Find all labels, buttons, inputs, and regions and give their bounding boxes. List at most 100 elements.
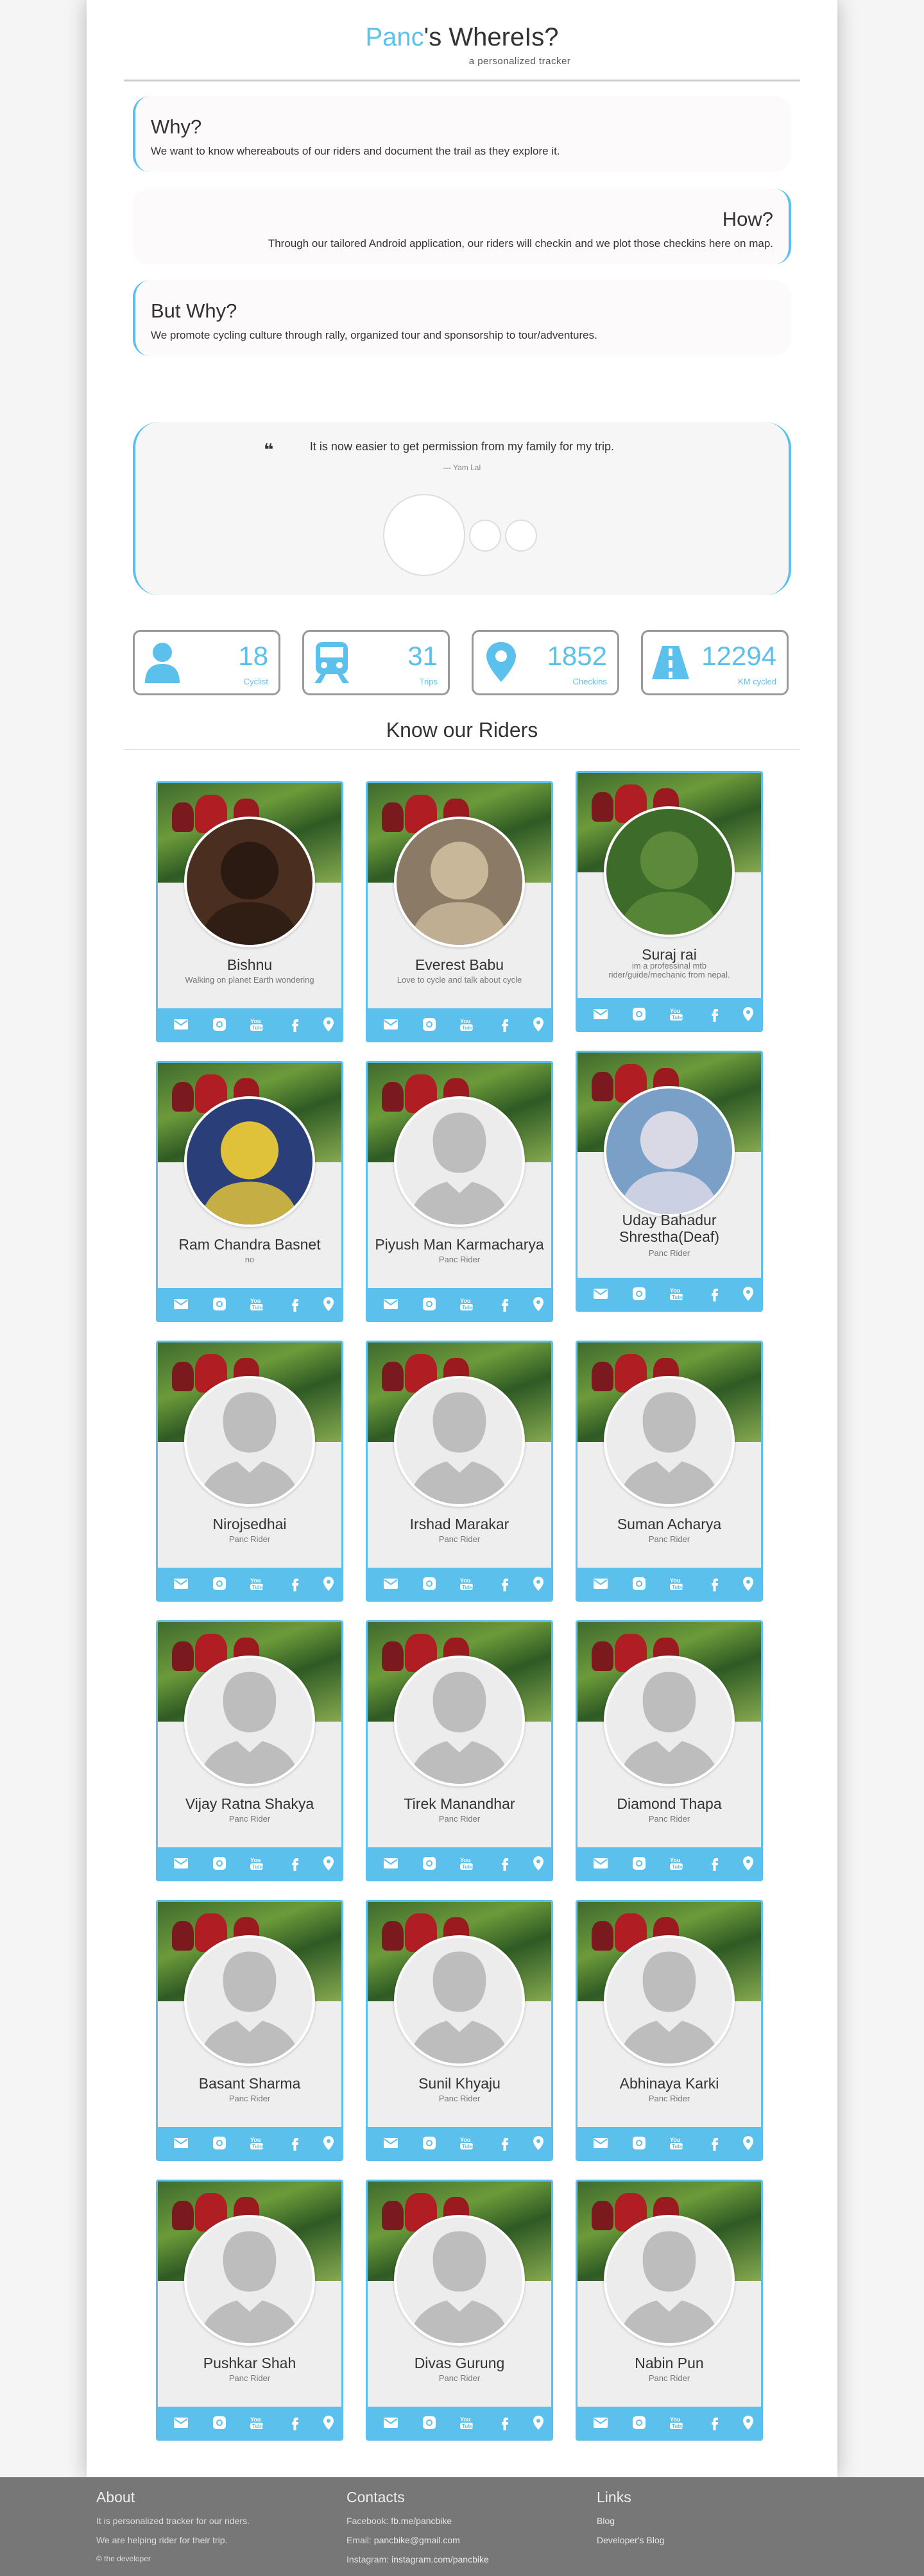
facebook-icon[interactable] — [707, 1856, 723, 1871]
facebook-icon[interactable] — [497, 1017, 513, 1032]
rider-avatar[interactable] — [604, 1656, 735, 1786]
facebook-icon[interactable] — [707, 1006, 723, 1022]
youtube-icon[interactable]: You Tube — [459, 1296, 474, 1312]
rider-avatar[interactable] — [394, 1935, 525, 2066]
instagram-icon[interactable] — [631, 1576, 647, 1591]
youtube-icon[interactable]: You Tube — [459, 1856, 474, 1871]
map-marker-icon[interactable] — [740, 1576, 756, 1591]
envelope-icon[interactable] — [593, 1856, 608, 1871]
facebook-icon[interactable] — [707, 2415, 723, 2430]
map-marker-icon[interactable] — [740, 1856, 756, 1871]
instagram-icon[interactable] — [631, 1856, 647, 1871]
envelope-icon[interactable] — [383, 2415, 398, 2430]
instagram-icon[interactable] — [212, 1296, 227, 1312]
map-marker-icon[interactable] — [531, 1296, 546, 1312]
instagram-icon[interactable] — [631, 1006, 647, 1022]
map-marker-icon[interactable] — [740, 1286, 756, 1301]
envelope-icon[interactable] — [173, 2135, 189, 2151]
carousel-indicator[interactable] — [505, 520, 537, 552]
footer-blog-link[interactable]: Blog — [597, 2516, 615, 2526]
map-marker-icon[interactable] — [531, 1017, 546, 1032]
instagram-icon[interactable] — [631, 2135, 647, 2151]
youtube-icon[interactable]: You Tube — [669, 2135, 684, 2151]
map-marker-icon[interactable] — [321, 2135, 336, 2151]
rider-avatar[interactable] — [394, 817, 525, 947]
envelope-icon[interactable] — [173, 1017, 189, 1032]
rider-avatar[interactable] — [184, 2215, 315, 2346]
envelope-icon[interactable] — [383, 1576, 398, 1591]
envelope-icon[interactable] — [173, 1856, 189, 1871]
email-link[interactable]: pancbike@gmail.com — [374, 2535, 460, 2545]
instagram-icon[interactable] — [212, 1576, 227, 1591]
youtube-icon[interactable]: You Tube — [669, 1286, 684, 1301]
youtube-icon[interactable]: You Tube — [459, 1017, 474, 1032]
envelope-icon[interactable] — [593, 1576, 608, 1591]
youtube-icon[interactable]: You Tube — [249, 2415, 264, 2430]
rider-avatar[interactable] — [394, 2215, 525, 2346]
map-marker-icon[interactable] — [531, 2415, 546, 2430]
instagram-icon[interactable] — [422, 2415, 437, 2430]
facebook-icon[interactable] — [287, 1576, 303, 1591]
facebook-icon[interactable] — [287, 1296, 303, 1312]
envelope-icon[interactable] — [593, 2415, 608, 2430]
facebook-icon[interactable] — [497, 1296, 513, 1312]
youtube-icon[interactable]: You Tube — [249, 1576, 264, 1591]
instagram-icon[interactable] — [212, 2135, 227, 2151]
instagram-icon[interactable] — [422, 1296, 437, 1312]
youtube-icon[interactable]: You Tube — [249, 2135, 264, 2151]
rider-avatar[interactable] — [184, 1656, 315, 1786]
rider-avatar[interactable] — [184, 1096, 315, 1227]
youtube-icon[interactable]: You Tube — [669, 1576, 684, 1591]
instagram-icon[interactable] — [212, 2415, 227, 2430]
envelope-icon[interactable] — [383, 1856, 398, 1871]
youtube-icon[interactable]: You Tube — [249, 1296, 264, 1312]
facebook-icon[interactable] — [287, 1017, 303, 1032]
rider-avatar[interactable] — [394, 1656, 525, 1786]
envelope-icon[interactable] — [173, 1296, 189, 1312]
map-marker-icon[interactable] — [740, 1006, 756, 1022]
youtube-icon[interactable]: You Tube — [669, 2415, 684, 2430]
youtube-icon[interactable]: You Tube — [459, 2135, 474, 2151]
rider-avatar[interactable] — [184, 1376, 315, 1507]
map-marker-icon[interactable] — [531, 1856, 546, 1871]
map-marker-icon[interactable] — [321, 2415, 336, 2430]
envelope-icon[interactable] — [173, 2415, 189, 2430]
map-marker-icon[interactable] — [321, 1576, 336, 1591]
youtube-icon[interactable]: You Tube — [669, 1006, 684, 1022]
rider-avatar[interactable] — [604, 1935, 735, 2066]
facebook-icon[interactable] — [497, 1576, 513, 1591]
facebook-icon[interactable] — [497, 2415, 513, 2430]
rider-avatar[interactable] — [604, 2215, 735, 2346]
facebook-icon[interactable] — [707, 2135, 723, 2151]
facebook-icon[interactable] — [497, 2135, 513, 2151]
map-marker-icon[interactable] — [531, 2135, 546, 2151]
youtube-icon[interactable]: You Tube — [459, 1576, 474, 1591]
youtube-icon[interactable]: You Tube — [249, 1856, 264, 1871]
rider-avatar[interactable] — [184, 1935, 315, 2066]
map-marker-icon[interactable] — [531, 1576, 546, 1591]
envelope-icon[interactable] — [593, 2135, 608, 2151]
facebook-icon[interactable] — [707, 1576, 723, 1591]
rider-avatar[interactable] — [604, 1376, 735, 1507]
rider-avatar[interactable] — [604, 806, 735, 937]
map-marker-icon[interactable] — [321, 1017, 336, 1032]
facebook-icon[interactable] — [287, 2415, 303, 2430]
youtube-icon[interactable]: You Tube — [249, 1017, 264, 1032]
instagram-icon[interactable] — [631, 2415, 647, 2430]
instagram-icon[interactable] — [212, 1017, 227, 1032]
rider-avatar[interactable] — [184, 817, 315, 947]
instagram-icon[interactable] — [422, 2135, 437, 2151]
map-marker-icon[interactable] — [321, 1856, 336, 1871]
rider-avatar[interactable] — [604, 1086, 735, 1217]
youtube-icon[interactable]: You Tube — [459, 2415, 474, 2430]
instagram-icon[interactable] — [422, 1856, 437, 1871]
rider-avatar[interactable] — [394, 1376, 525, 1507]
map-marker-icon[interactable] — [321, 1296, 336, 1312]
carousel-indicator[interactable] — [469, 520, 501, 552]
envelope-icon[interactable] — [593, 1286, 608, 1301]
facebook-icon[interactable] — [287, 1856, 303, 1871]
envelope-icon[interactable] — [383, 1017, 398, 1032]
envelope-icon[interactable] — [593, 1006, 608, 1022]
youtube-icon[interactable]: You Tube — [669, 1856, 684, 1871]
facebook-icon[interactable] — [287, 2135, 303, 2151]
